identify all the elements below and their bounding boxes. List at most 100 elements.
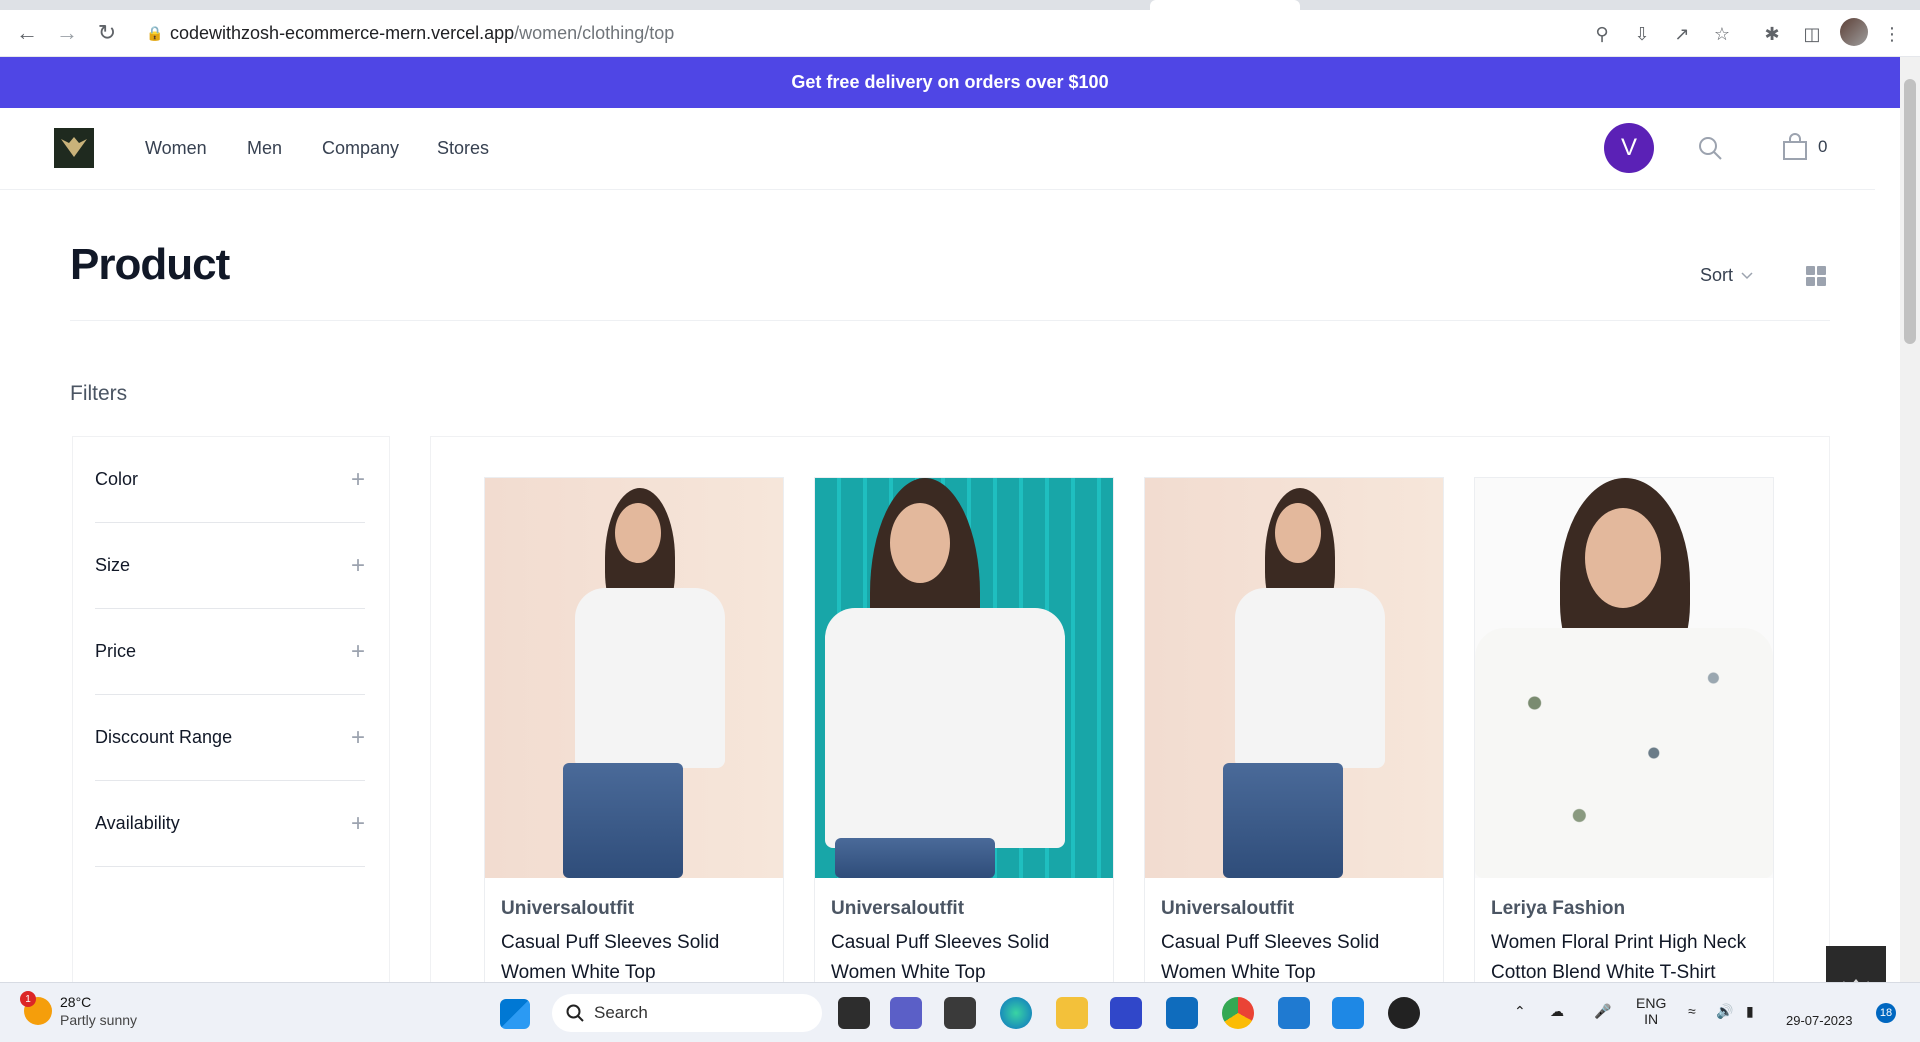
nav-men[interactable]: Men xyxy=(247,138,282,159)
cart-button[interactable]: 0 xyxy=(1782,133,1827,161)
windows-taskbar: 1 28°C Partly sunny Search ⌃ ☁ 🎤 ENG IN … xyxy=(0,982,1920,1042)
filter-size[interactable]: Size + xyxy=(95,523,365,609)
product-title: Casual Puff Sleeves Solid Women White To… xyxy=(831,932,1050,983)
site-logo[interactable] xyxy=(54,128,94,168)
vscode-icon[interactable] xyxy=(1332,997,1364,1029)
weather-condition: Partly sunny xyxy=(60,1012,138,1028)
product-image[interactable] xyxy=(1145,478,1443,878)
product-brand: Universaloutfit xyxy=(1161,898,1295,919)
page-title: Product xyxy=(70,240,230,289)
filter-label: Disccount Range xyxy=(95,727,233,747)
file-explorer-icon[interactable] xyxy=(1056,997,1088,1029)
volume-icon[interactable]: 🔊 xyxy=(1716,1003,1733,1020)
address-bar[interactable]: 🔒 codewithzosh-ecommerce-mern.vercel.app… xyxy=(140,16,1560,50)
teams-icon[interactable] xyxy=(890,997,922,1029)
product-brand: Leriya Fashion xyxy=(1491,898,1626,919)
browser-toolbar: ← → ↻ 🔒 codewithzosh-ecommerce-mern.verc… xyxy=(0,10,1920,57)
bookmark-star-icon[interactable]: ☆ xyxy=(1710,23,1734,45)
windows-start-icon[interactable] xyxy=(500,999,530,1029)
active-tab[interactable] xyxy=(1150,0,1300,10)
browser-tab-strip xyxy=(0,0,1920,10)
nav-company[interactable]: Company xyxy=(322,138,399,159)
filter-availability[interactable]: Availability + xyxy=(95,781,365,867)
key-icon[interactable]: ⚲ xyxy=(1590,23,1614,45)
product-image[interactable] xyxy=(1475,478,1773,878)
nav-women[interactable]: Women xyxy=(145,138,207,159)
eagle-logo-icon xyxy=(61,137,87,157)
product-image[interactable] xyxy=(815,478,1113,878)
extensions-icon[interactable]: ✱ xyxy=(1760,23,1784,45)
browser-profile-avatar[interactable] xyxy=(1840,18,1868,46)
filter-discount-range[interactable]: Disccount Range + xyxy=(95,695,365,781)
url-path: /women/clothing/top xyxy=(514,22,675,43)
microphone-icon[interactable]: 🎤 xyxy=(1594,1003,1611,1020)
plus-icon[interactable]: + xyxy=(351,638,365,666)
user-avatar[interactable]: V xyxy=(1604,123,1654,173)
plus-icon[interactable]: + xyxy=(351,810,365,838)
filters-title: Filters xyxy=(70,382,128,405)
notepad-icon[interactable] xyxy=(1278,997,1310,1029)
chevron-down-icon xyxy=(1741,271,1753,279)
filter-label: Size xyxy=(95,555,131,575)
language-indicator[interactable]: ENG IN xyxy=(1636,995,1666,1027)
app-icon[interactable] xyxy=(944,997,976,1029)
install-icon[interactable]: ⇩ xyxy=(1630,23,1654,45)
wifi-icon[interactable]: ≈ xyxy=(1688,1003,1696,1019)
side-panel-icon[interactable]: ◫ xyxy=(1800,23,1824,45)
product-card[interactable]: Universaloutfit Casual Puff Sleeves Soli… xyxy=(1144,477,1444,997)
product-card[interactable]: Universaloutfit Casual Puff Sleeves Soli… xyxy=(484,477,784,997)
onedrive-icon[interactable]: ☁ xyxy=(1550,1003,1564,1020)
filter-color[interactable]: Color + xyxy=(95,437,365,523)
free-delivery-banner: Get free delivery on orders over $100 xyxy=(0,57,1900,108)
cart-count: 0 xyxy=(1818,137,1828,156)
reload-icon[interactable]: ↻ xyxy=(92,18,122,48)
search-icon xyxy=(566,1004,584,1022)
weather-temp: 28°C xyxy=(60,994,92,1010)
nav-stores[interactable]: Stores xyxy=(437,138,489,159)
forward-icon[interactable]: → xyxy=(52,18,82,48)
menu-dots-icon[interactable]: ⋮ xyxy=(1880,23,1904,45)
product-title: Casual Puff Sleeves Solid Women White To… xyxy=(501,932,720,983)
store-icon[interactable] xyxy=(1166,997,1198,1029)
back-icon[interactable]: ← xyxy=(12,18,42,48)
scrollbar-thumb[interactable] xyxy=(1904,79,1916,344)
product-image[interactable] xyxy=(485,478,783,878)
product-brand: Universaloutfit xyxy=(501,898,635,919)
sort-label: Sort xyxy=(1700,265,1734,285)
app-icon[interactable] xyxy=(1388,997,1420,1029)
product-title: Women Floral Print High Neck Cotton Blen… xyxy=(1491,932,1747,983)
plus-icon[interactable]: + xyxy=(351,724,365,752)
filter-label: Availability xyxy=(95,813,180,833)
grid-view-icon[interactable] xyxy=(1806,266,1826,286)
product-card[interactable]: Leriya Fashion Women Floral Print High N… xyxy=(1474,477,1774,997)
filter-price[interactable]: Price + xyxy=(95,609,365,695)
plus-icon[interactable]: + xyxy=(351,466,365,494)
chevron-up-icon[interactable]: ⌃ xyxy=(1514,1003,1526,1020)
product-brand: Universaloutfit xyxy=(831,898,965,919)
share-icon[interactable]: ↗ xyxy=(1670,23,1694,45)
lock-icon: 🔒 xyxy=(146,24,164,41)
filter-label: Color xyxy=(95,469,139,489)
edge-icon[interactable] xyxy=(1000,997,1032,1029)
sort-dropdown[interactable]: Sort xyxy=(1700,265,1753,286)
task-view-icon[interactable] xyxy=(838,997,870,1029)
search-icon[interactable] xyxy=(1696,134,1724,162)
battery-icon[interactable]: ▮ xyxy=(1746,1003,1754,1020)
weather-widget[interactable]: 1 28°C Partly sunny xyxy=(20,991,138,1029)
filter-label: Price xyxy=(95,641,137,661)
notification-count[interactable]: 18 xyxy=(1876,1003,1896,1023)
taskbar-search-label: Search xyxy=(594,1003,648,1022)
weather-badge: 1 xyxy=(20,991,36,1007)
product-title: Casual Puff Sleeves Solid Women White To… xyxy=(1161,932,1380,983)
product-card[interactable]: Universaloutfit Casual Puff Sleeves Soli… xyxy=(814,477,1114,997)
app-icon[interactable] xyxy=(1110,997,1142,1029)
heading-divider xyxy=(70,320,1830,321)
site-header: Women Men Company Stores V 0 xyxy=(0,108,1875,190)
taskbar-search[interactable]: Search xyxy=(552,994,822,1032)
taskbar-date[interactable]: 29-07-2023 xyxy=(1786,1013,1853,1028)
weather-sun-icon: 1 xyxy=(20,991,52,1025)
chrome-icon[interactable] xyxy=(1222,997,1254,1029)
page-scrollbar[interactable] xyxy=(1900,57,1920,982)
plus-icon[interactable]: + xyxy=(351,552,365,580)
url-domain: codewithzosh-ecommerce-mern.vercel.app xyxy=(170,22,515,43)
